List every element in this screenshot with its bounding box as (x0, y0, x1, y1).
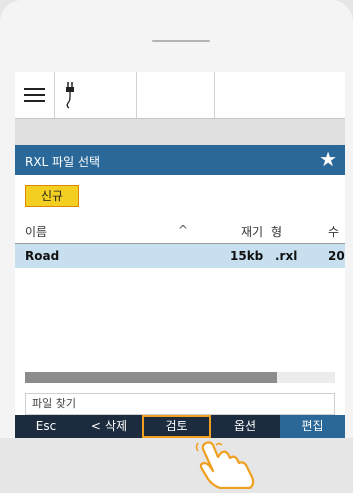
scrollbar-thumb[interactable] (25, 372, 277, 383)
options-button[interactable]: 옵션 (211, 415, 279, 438)
horizontal-scrollbar[interactable] (25, 372, 335, 383)
connection-button[interactable] (55, 72, 137, 118)
dialog-title: RXL 파일 선택 (25, 155, 101, 169)
dialog-titlebar: RXL 파일 선택 ★ (15, 145, 345, 175)
delete-button[interactable]: < 삭제 (77, 415, 141, 438)
file-list-panel: 신규 이름 ^ 재기 형 수 Road 15kb .rxl 20 파일 찾기 (15, 175, 345, 415)
file-size-cell: 15kb (230, 249, 264, 263)
table-row[interactable]: Road 15kb .rxl 20 (15, 244, 345, 268)
plug-icon (66, 82, 74, 109)
delete-label: 삭제 (104, 419, 128, 433)
chevron-left-icon: < (90, 419, 101, 433)
esc-button[interactable]: Esc (15, 415, 77, 438)
menu-icon (24, 88, 45, 103)
app-screen: RXL 파일 선택 ★ 신규 이름 ^ 재기 형 수 Road 15kb .rx… (15, 72, 345, 438)
menu-button[interactable] (15, 72, 55, 118)
drag-handle[interactable] (152, 40, 210, 42)
column-type-header[interactable]: 형 (271, 223, 282, 240)
column-size-header[interactable]: 재기 (241, 223, 263, 240)
top-toolbar (15, 72, 345, 119)
review-button[interactable]: 검토 (142, 415, 211, 438)
new-button[interactable]: 신규 (25, 185, 79, 207)
file-count-cell: 20 (328, 249, 345, 263)
device-frame: RXL 파일 선택 ★ 신규 이름 ^ 재기 형 수 Road 15kb .rx… (0, 0, 353, 438)
toolbar-slot-4[interactable] (215, 72, 344, 118)
column-name-header[interactable]: 이름 (25, 223, 47, 240)
star-icon[interactable]: ★ (319, 149, 337, 169)
table-header: 이름 ^ 재기 형 수 (15, 219, 345, 244)
hand-pointer-icon (195, 441, 255, 489)
toolbar-slot-3[interactable] (137, 72, 215, 118)
status-band (15, 119, 345, 145)
column-count-header[interactable]: 수 (328, 223, 339, 240)
bottom-bar: Esc < 삭제 검토 옵션 편집 (15, 415, 345, 438)
find-file-input[interactable]: 파일 찾기 (25, 393, 335, 415)
file-type-cell: .rxl (275, 249, 298, 263)
edit-button[interactable]: 편집 (280, 415, 345, 438)
file-name-cell: Road (25, 249, 60, 263)
sort-ascending-icon[interactable]: ^ (178, 223, 188, 237)
